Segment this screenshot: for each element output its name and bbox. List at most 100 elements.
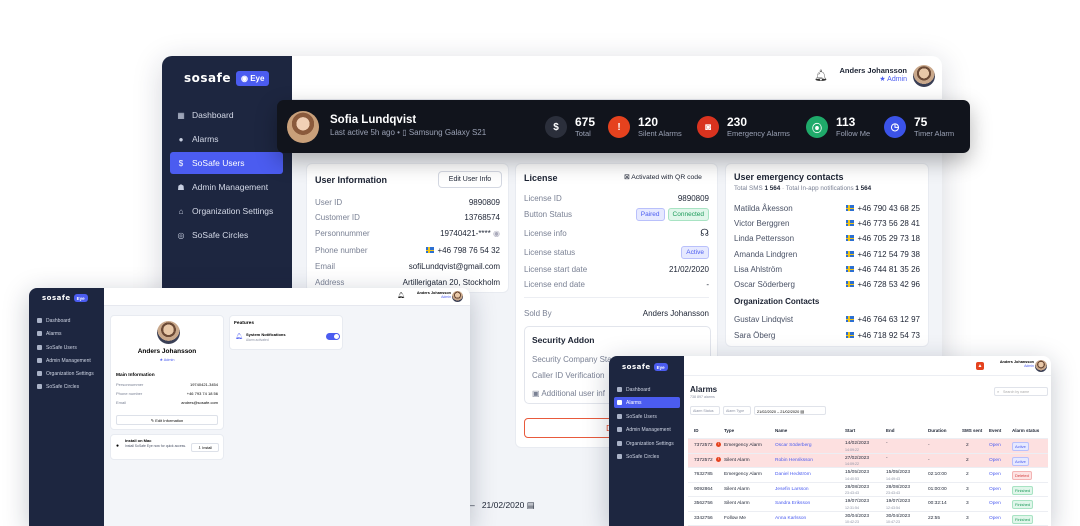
user-link[interactable]: Robin Henriksson xyxy=(775,458,813,463)
nav-sosafe-circles[interactable]: SoSafe Circles xyxy=(34,381,100,392)
event-link[interactable]: Open xyxy=(989,501,1001,506)
nav-organization-settings[interactable]: Organization Settings xyxy=(614,438,680,449)
user-link[interactable]: Jesefin Larsson xyxy=(775,487,809,492)
event-link[interactable]: Open xyxy=(989,443,1001,448)
siren-icon: ◙ xyxy=(697,116,719,138)
top-user[interactable]: Anders Johansson ★ Admin xyxy=(832,66,907,83)
nav-admin-management[interactable]: Admin Management xyxy=(614,424,680,435)
sidebar: sosafe Eye Dashboard Alarms SoSafe Users… xyxy=(609,356,684,526)
info-row: Address Artillerigatan 20, Stockholm xyxy=(315,277,500,287)
install-button[interactable]: ⇩ Install xyxy=(191,443,219,452)
nav-alarms[interactable]: Alarms xyxy=(34,328,100,339)
sidebar: sosafe Eye Dashboard Alarms SoSafe Users… xyxy=(29,288,104,526)
table-row[interactable]: 7372572! Silent Alarm Robin Henriksson 27/0… xyxy=(688,453,1048,468)
user-link[interactable]: Daniel Hedström xyxy=(775,472,811,477)
info-row: User ID 9890809 xyxy=(315,197,500,207)
table-row[interactable]: 7372572! Emergency Alarm Oscar Söderberg 14… xyxy=(688,439,1048,454)
flag-icon xyxy=(426,247,435,254)
phone-icon: ▯ xyxy=(402,128,407,137)
table-row[interactable]: 3342756 Follow Me Anna Karlsson 30/04/2023 1… xyxy=(688,512,1048,526)
nav-alarms[interactable]: Alarms xyxy=(614,397,680,408)
nav-dashboard[interactable]: Dashboard xyxy=(34,315,100,326)
nav-admin-management[interactable]: ☗ Admin Management xyxy=(170,176,283,198)
nav-alarms[interactable]: ● Alarms xyxy=(170,128,283,150)
profile-avatar xyxy=(157,321,180,344)
event-link[interactable]: Open xyxy=(989,472,1001,477)
eye-badge: Eye xyxy=(73,294,88,302)
table-row[interactable]: 9092864 Silent Alarm Jesefin Larsson 28/08/… xyxy=(688,483,1048,497)
avatar[interactable] xyxy=(913,65,935,87)
nav-sosafe-users[interactable]: $ SoSafe Users xyxy=(170,152,283,174)
divider xyxy=(524,297,709,298)
top-user-role: ★ Admin xyxy=(879,76,907,83)
notifications-toggle[interactable] xyxy=(326,333,340,340)
status-badge: Finished xyxy=(1012,514,1034,524)
qr-activated: ⊠ Activated with QR code xyxy=(624,174,702,181)
alert-icon: ! xyxy=(716,442,721,447)
profile-card: Anders Johansson ★ Admin Main Informatio… xyxy=(110,315,224,430)
eye-icon[interactable]: ◉ xyxy=(493,229,500,238)
search-input[interactable]: ⌕ Search by name xyxy=(994,387,1048,396)
avatar[interactable] xyxy=(452,291,463,302)
nav-dashboard[interactable]: Dashboard xyxy=(614,384,680,395)
nav-admin-management[interactable]: Admin Management xyxy=(34,355,100,366)
edit-information-button[interactable]: ✎ Edit Information xyxy=(116,415,218,425)
calendar-icon: ▤ xyxy=(526,500,535,510)
alarms-title: Alarms xyxy=(690,385,718,394)
alarm-status-filter[interactable]: Alarm Status xyxy=(690,406,720,415)
profile-window: sosafe Eye Dashboard Alarms SoSafe Users… xyxy=(29,288,470,526)
emergency-contacts-card: User emergency contacts Total SMS 1 564 … xyxy=(725,163,929,347)
nav-sosafe-users[interactable]: SoSafe Users xyxy=(34,342,100,353)
user-link[interactable]: Oscar Söderberg xyxy=(775,443,812,448)
nav-sosafe-users[interactable]: SoSafe Users xyxy=(614,411,680,422)
bell-icon[interactable]: ▲ xyxy=(976,362,984,370)
grid-icon: ▦ xyxy=(177,110,185,120)
avatar[interactable] xyxy=(1035,360,1047,372)
status-badge: Active xyxy=(1012,456,1029,466)
top-bar: ▲ Anders Johansson Admin xyxy=(684,356,1051,376)
install-card: Install on Mac ● Install SoSafe Eye now … xyxy=(110,434,224,460)
event-link[interactable]: Open xyxy=(989,458,1001,463)
eye-badge: ◉ Eye xyxy=(236,70,270,86)
bell-icon[interactable]: 🔔︎ xyxy=(397,292,405,299)
profile-banner: Sofia Lundqvist Last active 5h ago • ▯ S… xyxy=(277,100,970,153)
nav-sosafe-circles[interactable]: SoSafe Circles xyxy=(614,451,680,462)
alarm-type-filter[interactable]: Alarm Type xyxy=(723,406,751,415)
user-link[interactable]: Anna Karlsson xyxy=(775,516,806,521)
date-picker[interactable]: – 21/02/2020 ▤ xyxy=(470,500,535,511)
user-link[interactable]: Sandra Eriksson xyxy=(775,501,810,506)
event-link[interactable]: Open xyxy=(989,516,1001,521)
user-info-card: User Information Edit User Info User ID 9… xyxy=(306,163,509,293)
contacts-summary: Total SMS 1 564 · Total In-app notificat… xyxy=(734,185,872,192)
exclaim-icon: ! xyxy=(608,116,630,138)
calendar-icon: ▤ xyxy=(800,410,804,414)
status-badge: Finished xyxy=(1012,485,1034,495)
pencil-icon: ✎ xyxy=(150,417,155,423)
table-row[interactable]: 7632785 Emergency Alarm Daniel Hedström 15/… xyxy=(688,468,1048,483)
date-range-filter[interactable]: 21/02/2020 – 21/02/2020 ▤ xyxy=(754,406,826,415)
stat-silent: ! 120 Silent Alarms xyxy=(608,111,682,143)
nav-organization-settings[interactable]: ⌂ Organization Settings xyxy=(170,200,283,222)
nav-sosafe-circles[interactable]: ◎ SoSafe Circles xyxy=(170,224,283,246)
table-row[interactable]: 3562756 Silent Alarm Sandra Eriksson 19/07/… xyxy=(688,497,1048,512)
logo: sosafe xyxy=(622,363,651,371)
license-title: License xyxy=(524,173,558,183)
nav-dashboard[interactable]: ▦ Dashboard xyxy=(170,104,283,126)
dollar-icon: $ xyxy=(178,158,184,168)
event-link[interactable]: Open xyxy=(989,487,1001,492)
dollar-icon: $ xyxy=(545,116,567,138)
edit-user-info-button[interactable]: Edit User Info xyxy=(438,171,502,188)
bell-icon: 🔔︎ xyxy=(235,334,243,340)
stat-timer: ◷ 75 Timer Alarm xyxy=(884,111,954,143)
people-icon: ☗ xyxy=(177,182,185,192)
bell-icon[interactable]: 🔔︎ xyxy=(814,69,828,82)
nav-organization-settings[interactable]: Organization Settings xyxy=(34,368,100,379)
search-icon: ⌕ xyxy=(997,389,1000,394)
top-bar: 🔔︎ Anders Johansson ★ Admin xyxy=(292,56,942,100)
stat-follow-me: ⦿ 113 Follow Me xyxy=(806,111,870,143)
signal-icon: ⦿ xyxy=(806,116,828,138)
apple-icon: ● xyxy=(116,443,120,449)
status-badge: Active xyxy=(1012,442,1029,451)
contacts-title: User emergency contacts xyxy=(734,172,844,182)
headset-icon[interactable]: ☊ xyxy=(700,228,709,239)
